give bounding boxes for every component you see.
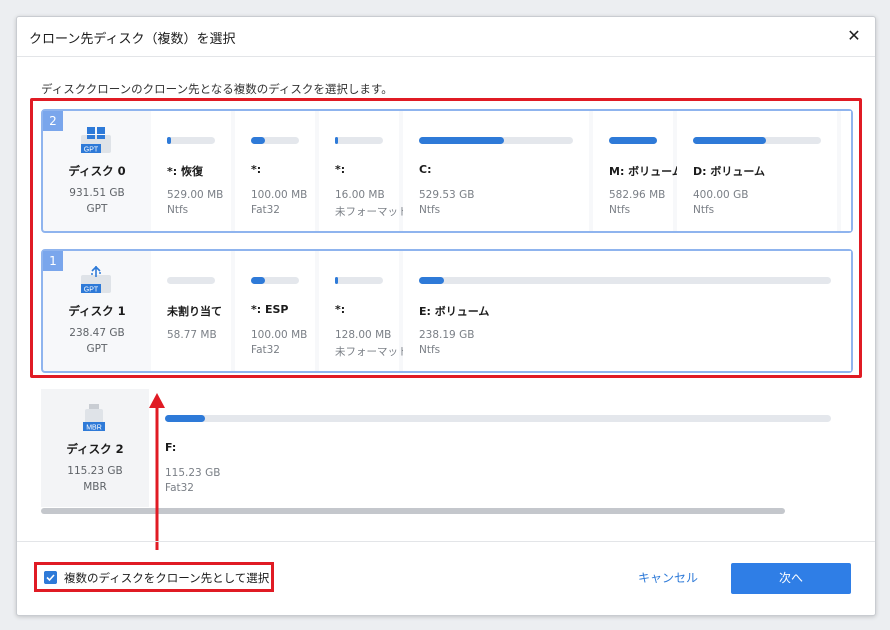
footer-divider	[17, 541, 875, 542]
partition-usage-bar	[165, 415, 831, 422]
usb-mbr-disk-icon: MBR	[83, 404, 105, 432]
close-button[interactable]: ✕	[843, 25, 865, 47]
disk-info: MBR ディスク 2 115.23 GB MBR	[41, 389, 149, 507]
dialog-title: クローン先ディスク（複数）を選択	[29, 32, 236, 47]
partition-usage-fill	[165, 415, 205, 422]
clone-target-dialog: クローン先ディスク（複数）を選択 ✕ ディスククローンのクローン先となる複数のデ…	[16, 16, 876, 616]
disk-size: 115.23 GB	[67, 465, 123, 477]
selection-highlight-box	[30, 98, 862, 378]
partition-list: F: 115.23 GB Fat32	[149, 389, 853, 507]
disk-style: MBR	[83, 481, 107, 493]
instruction-text: ディスククローンのクローン先となる複数のディスクを選択します。	[41, 82, 393, 96]
disk-name: ディスク 2	[66, 442, 124, 456]
next-button[interactable]: 次へ	[731, 563, 851, 594]
disk-badge-text: MBR	[86, 425, 102, 432]
checkbox-checked-icon[interactable]	[44, 571, 57, 584]
multi-disk-checkbox-label[interactable]: 複数のディスクをクローン先として選択	[64, 570, 269, 586]
multi-disk-checkbox-group[interactable]: 複数のディスクをクローン先として選択	[34, 562, 274, 592]
cancel-button[interactable]: キャンセル	[623, 563, 713, 593]
partition-tile[interactable]: F: 115.23 GB Fat32	[149, 389, 853, 507]
title-bar: クローン先ディスク（複数）を選択 ✕	[17, 17, 875, 57]
partition-fs: Fat32	[165, 482, 194, 494]
red-arrow-icon	[149, 393, 165, 550]
partition-size: 115.23 GB	[165, 467, 221, 479]
